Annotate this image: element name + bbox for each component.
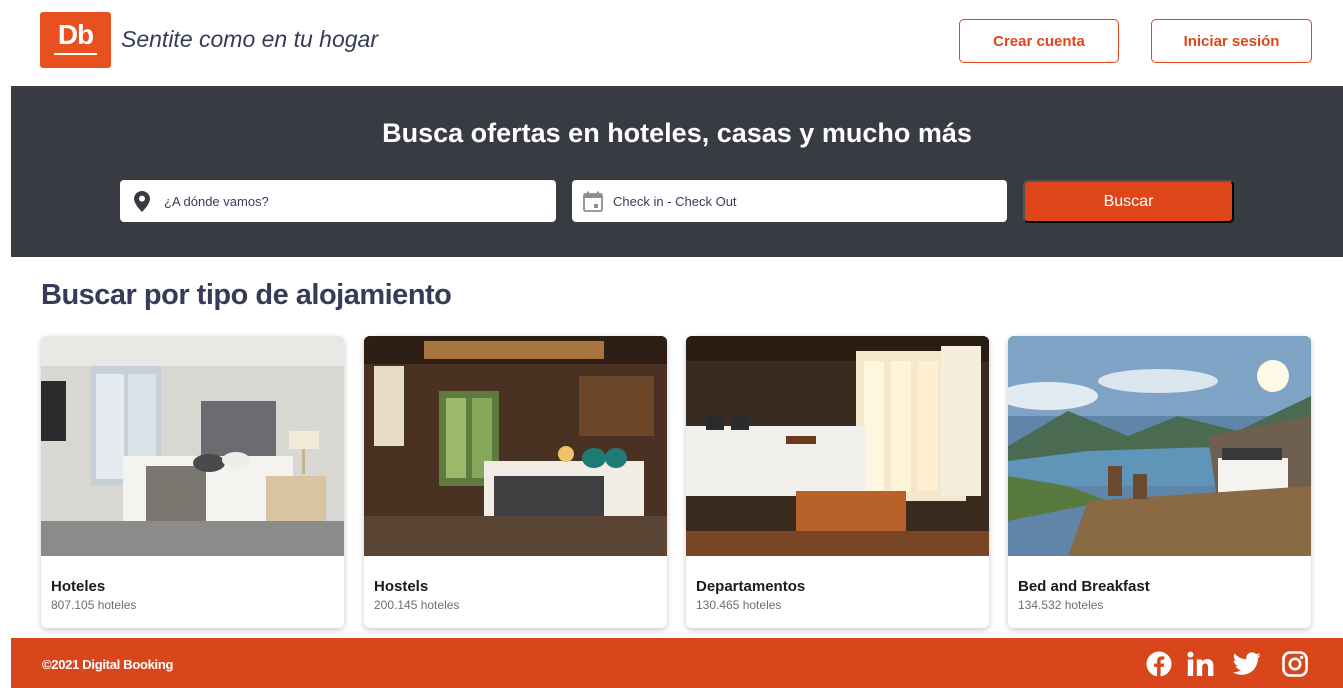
bed-and-breakfast-photo bbox=[1008, 336, 1311, 556]
logo-underline bbox=[54, 53, 97, 55]
location-pin-icon bbox=[120, 190, 164, 212]
apartment-room-photo bbox=[686, 336, 989, 556]
categories-title: Buscar por tipo de alojamiento bbox=[41, 279, 452, 311]
header: Db Sentite como en tu hogar Crear cuenta… bbox=[0, 0, 1343, 86]
calendar-icon bbox=[572, 191, 613, 212]
slogan: Sentite como en tu hogar bbox=[121, 26, 378, 52]
linkedin-icon[interactable] bbox=[1187, 650, 1215, 678]
search-band: Busca ofertas en hoteles, casas y mucho … bbox=[11, 86, 1343, 257]
search-title: Busca ofertas en hoteles, casas y mucho … bbox=[382, 118, 972, 148]
copyright: ©2021 Digital Booking bbox=[42, 657, 174, 672]
card-count: 200.145 hoteles bbox=[374, 598, 460, 612]
footer: ©2021 Digital Booking bbox=[11, 638, 1343, 688]
card-title: Hostels bbox=[374, 578, 429, 595]
card-title: Departamentos bbox=[696, 578, 806, 595]
facebook-icon[interactable] bbox=[1145, 650, 1173, 678]
create-account-button[interactable]: Crear cuenta bbox=[959, 19, 1119, 63]
card-count: 130.465 hoteles bbox=[696, 598, 782, 612]
dates-field[interactable] bbox=[572, 180, 1007, 222]
hostel-room-photo bbox=[364, 336, 667, 556]
instagram-icon[interactable] bbox=[1281, 650, 1309, 678]
dates-input[interactable] bbox=[613, 181, 993, 221]
logo-text: Db bbox=[57, 19, 94, 50]
category-card-bed-and-breakfast[interactable]: Bed and Breakfast 134.532 hoteles bbox=[1008, 336, 1311, 628]
twitter-icon[interactable] bbox=[1233, 650, 1261, 678]
card-title: Hoteles bbox=[51, 578, 106, 595]
destination-input[interactable] bbox=[164, 181, 544, 221]
category-card-hotels[interactable]: Hoteles 807.105 hoteles bbox=[41, 336, 344, 628]
category-card-hostels[interactable]: Hostels 200.145 hoteles bbox=[364, 336, 667, 628]
destination-field[interactable] bbox=[120, 180, 556, 222]
card-count: 134.532 hoteles bbox=[1018, 598, 1104, 612]
hotel-room-photo bbox=[41, 336, 344, 556]
login-button[interactable]: Iniciar sesión bbox=[1151, 19, 1312, 63]
category-card-apartments[interactable]: Departamentos 130.465 hoteles bbox=[686, 336, 989, 628]
search-button[interactable]: Buscar bbox=[1023, 180, 1234, 223]
card-count: 807.105 hoteles bbox=[51, 598, 137, 612]
logo[interactable]: Db bbox=[40, 12, 111, 68]
card-title: Bed and Breakfast bbox=[1018, 578, 1150, 595]
